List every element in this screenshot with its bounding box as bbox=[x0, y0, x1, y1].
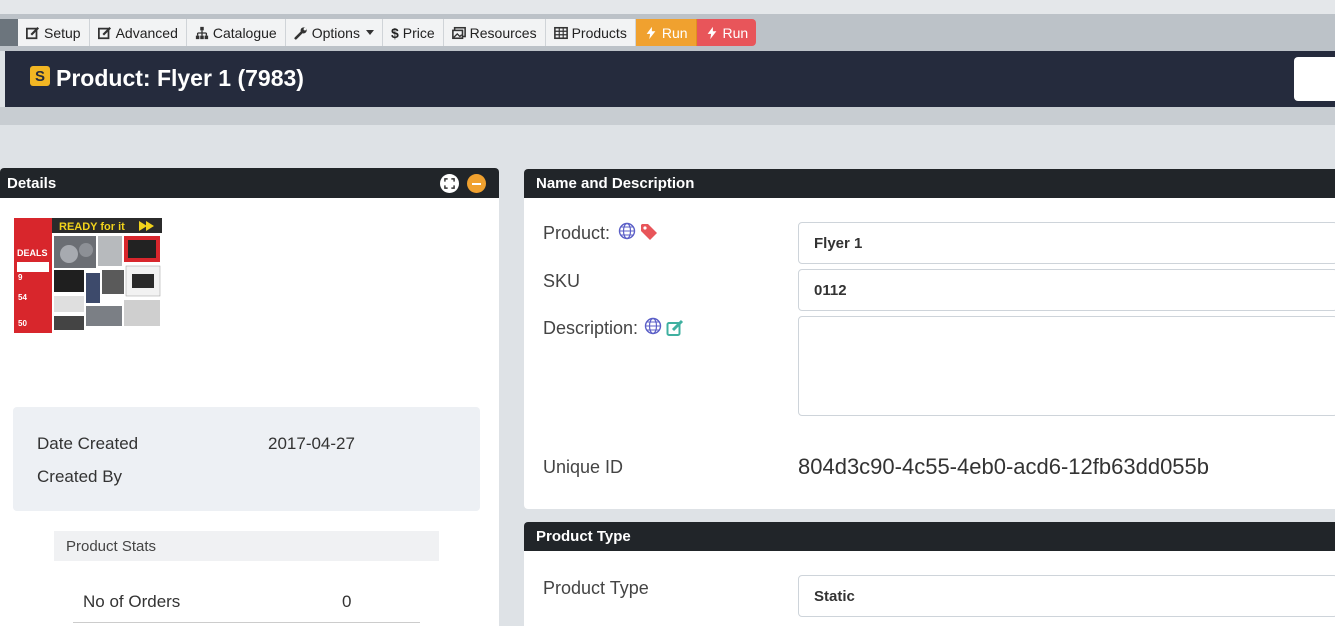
options-label: Options bbox=[311, 24, 360, 41]
run-label: Run bbox=[661, 24, 688, 41]
header-sub-strip bbox=[0, 107, 1335, 125]
details-panel: Details READY for it DEALS 9 54 50 Date … bbox=[0, 168, 499, 626]
thumbnail-price-3: 50 bbox=[18, 319, 27, 328]
tag-icon[interactable] bbox=[640, 223, 658, 241]
catalogue-label: Catalogue bbox=[212, 24, 277, 41]
product-type-header: Product Type bbox=[524, 522, 1335, 551]
resources-button[interactable]: Resources bbox=[443, 19, 546, 46]
toolbar-grip bbox=[0, 19, 18, 46]
wrench-icon bbox=[294, 26, 307, 40]
thumbnail-banner-text: READY for it bbox=[59, 221, 125, 233]
product-type-value: Static bbox=[814, 587, 855, 605]
chevron-down-icon bbox=[365, 30, 374, 35]
product-name-value: Flyer 1 bbox=[814, 234, 863, 252]
dollar-icon: $ bbox=[390, 24, 399, 41]
run-button-red[interactable]: Run bbox=[696, 19, 757, 46]
run-label: Run bbox=[722, 24, 749, 41]
name-description-panel: Name and Description Product: Flyer 1 SK… bbox=[524, 169, 1335, 509]
products-button[interactable]: Products bbox=[545, 19, 636, 46]
name-description-header: Name and Description bbox=[524, 169, 1335, 198]
bolt-icon bbox=[646, 26, 656, 39]
product-type-label: Product Type bbox=[543, 578, 649, 598]
product-type-select[interactable]: Static bbox=[798, 575, 1335, 617]
expand-icon[interactable] bbox=[440, 174, 459, 193]
sku-field-label: SKU bbox=[543, 271, 580, 292]
globe-icon[interactable] bbox=[644, 317, 662, 335]
date-created-label: Date Created bbox=[37, 434, 139, 453]
page-title: Product: Flyer 1 (7983) bbox=[56, 65, 304, 91]
edit-icon[interactable] bbox=[666, 319, 684, 337]
product-stats-header: Product Stats bbox=[54, 531, 439, 561]
sku-input[interactable]: 0112 bbox=[798, 269, 1335, 311]
product-type-title: Product Type bbox=[536, 528, 631, 545]
product-label: Product: bbox=[543, 223, 611, 243]
description-textarea[interactable] bbox=[798, 316, 1335, 416]
description-label: Description: bbox=[543, 318, 639, 338]
created-by-label: Created By bbox=[37, 467, 123, 486]
price-button[interactable]: $ Price bbox=[382, 19, 444, 46]
date-created-value: 2017-04-27 bbox=[268, 434, 355, 453]
edit-icon bbox=[97, 26, 111, 39]
table-icon bbox=[553, 26, 568, 39]
details-title: Details bbox=[7, 174, 57, 192]
advanced-button[interactable]: Advanced bbox=[89, 19, 187, 46]
divider bbox=[73, 622, 420, 623]
sku-value: 0112 bbox=[814, 281, 847, 299]
store-badge-icon: S bbox=[30, 66, 50, 86]
header-action-box[interactable] bbox=[1294, 57, 1335, 101]
orders-value: 0 bbox=[342, 592, 352, 611]
bolt-icon bbox=[707, 26, 716, 39]
thumbnail-price-2: 54 bbox=[18, 293, 27, 302]
name-description-title: Name and Description bbox=[536, 175, 695, 192]
product-name-input[interactable]: Flyer 1 bbox=[798, 222, 1335, 264]
product-type-panel: Product Type Product Type Static bbox=[524, 522, 1335, 626]
sku-label: SKU bbox=[543, 271, 581, 291]
setup-label: Setup bbox=[44, 24, 81, 41]
thumbnail-deals-text: DEALS bbox=[17, 248, 48, 258]
resources-label: Resources bbox=[469, 24, 537, 41]
description-field-label: Description: bbox=[543, 317, 684, 339]
globe-icon[interactable] bbox=[618, 222, 636, 240]
sitemap-icon bbox=[195, 26, 208, 39]
setup-button[interactable]: Setup bbox=[18, 19, 90, 46]
product-stats-title: Product Stats bbox=[66, 537, 157, 555]
advanced-label: Advanced bbox=[115, 24, 178, 41]
page-header: S Product: Flyer 1 (7983) bbox=[5, 51, 1335, 107]
edit-icon bbox=[26, 26, 40, 39]
product-field-label: Product: bbox=[543, 222, 658, 244]
product-thumbnail: READY for it DEALS 9 54 50 bbox=[14, 218, 162, 333]
thumbnail-price-1: 9 bbox=[18, 273, 23, 282]
unique-id-value: 804d3c90-4c55-4eb0-acd6-12fb63dd055b bbox=[798, 454, 1210, 479]
unique-id-field-label: Unique ID bbox=[543, 457, 623, 478]
products-label: Products bbox=[571, 24, 627, 41]
run-button-orange[interactable]: Run bbox=[635, 19, 697, 46]
product-type-field-label: Product Type bbox=[543, 578, 649, 599]
toolbar: Setup Advanced Catalogue Options $ Price… bbox=[0, 19, 757, 46]
options-dropdown[interactable]: Options bbox=[285, 19, 383, 46]
orders-label: No of Orders bbox=[83, 592, 181, 611]
unique-id-label: Unique ID bbox=[543, 457, 624, 477]
price-label: Price bbox=[402, 24, 435, 41]
catalogue-button[interactable]: Catalogue bbox=[186, 19, 286, 46]
collapse-icon[interactable] bbox=[467, 174, 486, 193]
details-panel-header: Details bbox=[0, 168, 499, 198]
details-info-box: Date Created 2017-04-27 Created By bbox=[13, 407, 480, 511]
top-strip bbox=[0, 0, 1335, 14]
images-icon bbox=[451, 26, 466, 39]
